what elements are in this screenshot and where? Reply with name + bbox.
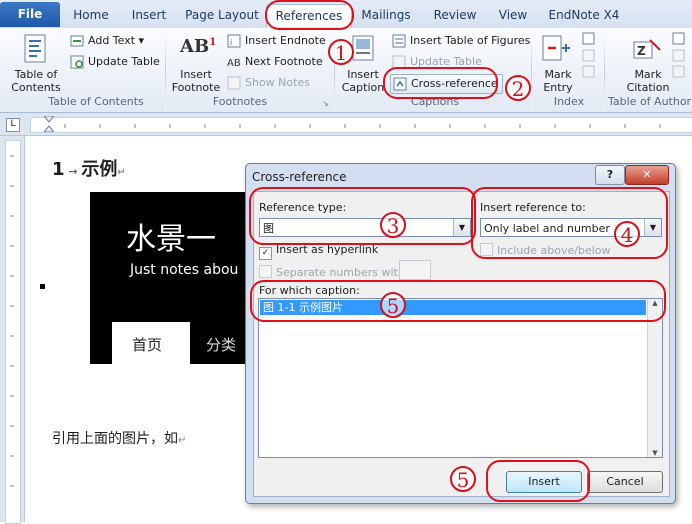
ruler-ticks — [60, 120, 690, 128]
annotation-number: 1 — [328, 39, 354, 65]
insert-table-of-figures-label: Insert Table of Figures — [410, 34, 531, 47]
table-of-figures-icon — [392, 34, 406, 48]
index-small-icons — [582, 32, 596, 78]
annotation-number: 3 — [380, 212, 406, 238]
insert-endnote-icon: i — [227, 34, 241, 48]
insert-as-hyperlink-checkbox[interactable]: ✓ Insert as hyperlink — [259, 243, 378, 260]
tab-selector-icon[interactable]: L — [6, 118, 20, 132]
document-body-text: 引用上面的图片，如↵ — [52, 431, 187, 447]
update-table-icon — [70, 55, 84, 69]
close-button[interactable]: ✕ — [625, 165, 669, 185]
tab-mailings[interactable]: Mailings — [356, 4, 416, 26]
svg-text:AB: AB — [227, 58, 241, 69]
image-tab-category: 分类 — [206, 336, 237, 354]
insert-caption-icon — [350, 34, 376, 64]
group-label-footnotes: Footnotes — [212, 95, 268, 108]
tab-review[interactable]: Review — [428, 4, 482, 26]
annotation-ring-cross-reference — [383, 67, 498, 99]
annotation-number: 5 — [380, 292, 406, 318]
group-label-authorities: Table of Authori — [608, 95, 692, 108]
insert-endnote-button[interactable]: i Insert Endnote — [227, 32, 326, 50]
body-text: 引用上面的图片，如 — [52, 431, 178, 447]
show-notes-icon — [227, 76, 241, 90]
caption-list[interactable]: 图 1-1 示例图片 ▲ ▼ — [258, 298, 663, 458]
tab-view[interactable]: View — [490, 4, 536, 26]
tab-home[interactable]: Home — [66, 4, 116, 26]
tab-endnote[interactable]: EndNote X4 — [548, 4, 620, 26]
checkbox-empty-icon — [259, 265, 272, 278]
annotation-number: 2 — [505, 75, 531, 101]
tab-insert[interactable]: Insert — [122, 4, 176, 26]
annotation-ring-insert-reference-to — [471, 187, 668, 259]
annotation-ring-reference-type — [249, 187, 476, 245]
group-separator — [604, 32, 605, 110]
show-notes-label: Show Notes — [245, 76, 310, 89]
insert-table-of-figures-button[interactable]: Insert Table of Figures — [392, 32, 530, 50]
heading-number: 1 — [52, 159, 65, 180]
embedded-image[interactable]: 水景一 Just notes abou 首页 分类 — [90, 192, 248, 364]
next-footnote-label: Next Footnote — [245, 55, 323, 68]
separate-numbers-checkbox[interactable]: Separate numbers with — [259, 265, 405, 279]
image-title: 水景一 — [126, 222, 216, 257]
mark-citation-button[interactable]: Mark Citation — [620, 68, 676, 94]
document-heading: 1 → 示例↵ — [52, 159, 126, 180]
separate-numbers-label: Separate numbers with — [276, 266, 405, 279]
svg-text:Z: Z — [637, 44, 646, 58]
mark-citation-icon: Z — [632, 36, 662, 64]
table-of-contents-icon — [22, 34, 48, 64]
insert-footnote-button[interactable]: Insert Footnote — [170, 68, 222, 94]
insert-caption-button[interactable]: Insert Caption — [340, 68, 386, 94]
separator-input[interactable] — [399, 260, 431, 280]
insert-footnote-icon: AB1 — [180, 36, 217, 57]
indent-marker-icon[interactable] — [42, 115, 56, 133]
add-text-icon — [70, 34, 84, 48]
next-footnote-icon: AB — [227, 55, 241, 69]
group-separator — [531, 32, 532, 110]
annotation-number: 5 — [450, 466, 476, 492]
svg-text:i: i — [230, 38, 232, 47]
cancel-button[interactable]: Cancel — [587, 471, 663, 493]
vertical-ruler-ticks — [6, 146, 18, 516]
image-subtitle: Just notes abou — [130, 262, 239, 278]
add-text-button[interactable]: Add Text ▾ — [70, 32, 144, 50]
show-notes-button[interactable]: Show Notes — [227, 74, 310, 92]
annotation-ring-insert-button — [486, 460, 590, 502]
insert-endnote-label: Insert Endnote — [245, 34, 326, 47]
heading-text: 示例 — [81, 159, 118, 180]
scroll-down-icon[interactable]: ▼ — [648, 449, 662, 457]
group-separator — [165, 32, 166, 110]
footnotes-dialog-launcher-icon[interactable]: ↘ — [322, 99, 329, 108]
dialog-title: Cross-reference — [252, 170, 347, 184]
vertical-ruler[interactable] — [0, 136, 25, 524]
add-text-label: Add Text — [88, 34, 136, 47]
help-button[interactable]: ? — [595, 165, 625, 185]
mark-entry-button[interactable]: Mark Entry — [538, 68, 578, 94]
paragraph-mark-icon — [40, 284, 45, 289]
annotation-ring-caption-list — [250, 280, 666, 322]
table-of-contents-button[interactable]: Table of Contents — [6, 68, 66, 94]
checkmark-icon: ✓ — [259, 247, 272, 260]
annotation-number: 4 — [614, 221, 640, 247]
horizontal-ruler[interactable]: L — [0, 113, 692, 136]
image-tab-home: 首页 — [132, 336, 163, 354]
annotation-ring-references-tab — [265, 0, 354, 30]
update-table-toc-label: Update Table — [88, 55, 160, 68]
update-table-toc-button[interactable]: Update Table — [70, 53, 160, 71]
group-label-toc: Table of Contents — [48, 95, 144, 108]
tab-file[interactable]: File — [0, 2, 60, 27]
caption-list-scrollbar[interactable]: ▲ ▼ — [647, 299, 662, 457]
tab-page-layout[interactable]: Page Layout — [182, 4, 262, 26]
mark-entry-icon — [540, 34, 574, 64]
next-footnote-button[interactable]: AB Next Footnote — [227, 53, 323, 71]
group-label-index: Index — [553, 95, 585, 108]
